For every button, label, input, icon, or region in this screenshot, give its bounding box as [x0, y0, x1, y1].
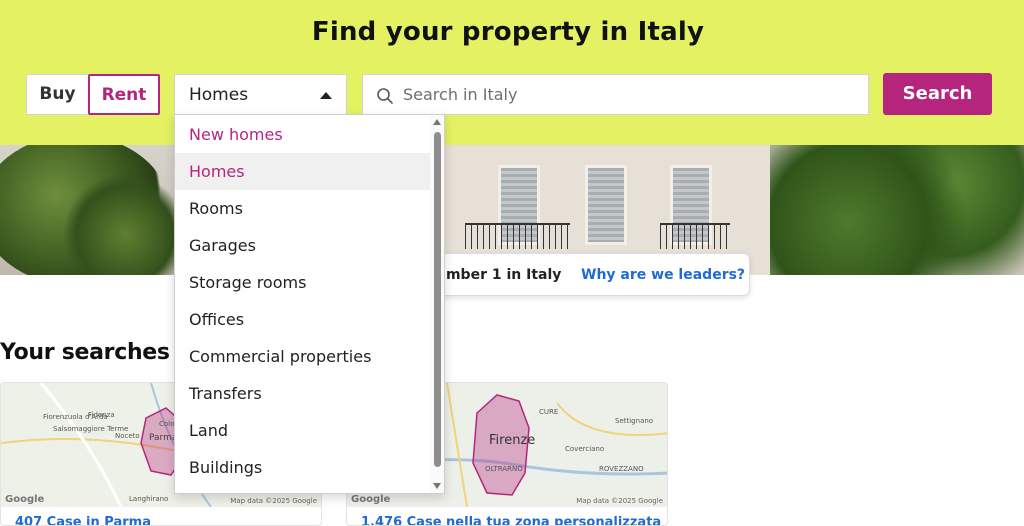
dropdown-option-commercial-properties[interactable]: Commercial properties	[175, 338, 432, 375]
map-label: Coverciano	[565, 445, 605, 453]
dropdown-option-offices[interactable]: Offices	[175, 301, 432, 338]
property-type-value: Homes	[189, 85, 249, 105]
why-leaders-link[interactable]: Why are we leaders?	[581, 254, 745, 297]
caret-up-icon	[320, 92, 332, 99]
search-field[interactable]	[362, 74, 869, 115]
map-credit: Map data ©2025 Google	[576, 497, 663, 505]
dropdown-option-land[interactable]: Land	[175, 412, 432, 449]
balcony-railing	[465, 223, 570, 249]
google-logo: Google	[5, 494, 45, 505]
ivy-foliage	[770, 145, 1024, 275]
balcony-railing	[660, 223, 730, 249]
dropdown-scrollbar[interactable]	[430, 115, 444, 493]
dropdown-option-homes[interactable]: Homes	[175, 153, 432, 190]
saved-search-caption[interactable]: 407 Case in Parma	[15, 515, 151, 525]
map-label: Langhirano	[129, 495, 169, 503]
dropdown-option-storage-rooms[interactable]: Storage rooms	[175, 264, 432, 301]
page: Find your property in Italy Buy Rent Hom…	[0, 0, 1024, 526]
map-label: Firenze	[489, 433, 536, 448]
operation-toggle: Buy Rent	[26, 74, 160, 115]
scroll-down-arrow-icon[interactable]	[433, 483, 441, 489]
search-button[interactable]: Search	[883, 73, 992, 115]
leaders-text: umber 1 in Italy	[436, 267, 562, 283]
search-icon	[377, 88, 393, 104]
saved-search-caption[interactable]: 1.476 Case nella tua zona personalizzata	[361, 515, 661, 525]
buy-tab[interactable]: Buy	[27, 75, 88, 114]
map-label: Colo	[159, 420, 175, 428]
dropdown-option-transfers[interactable]: Transfers	[175, 375, 432, 412]
map-label: OLTRARNO	[485, 465, 523, 473]
scroll-up-arrow-icon[interactable]	[433, 119, 441, 125]
dropdown-option-buildings[interactable]: Buildings	[175, 449, 432, 486]
property-type-dropdown: New homes Homes Rooms Garages Storage ro…	[174, 114, 445, 494]
leaders-banner: umber 1 in Italy Why are we leaders?	[410, 253, 750, 296]
map-credit: Map data ©2025 Google	[230, 497, 317, 505]
rent-tab[interactable]: Rent	[88, 74, 160, 115]
your-searches-title: Your searches	[0, 340, 170, 365]
map-label: Settignano	[615, 417, 654, 425]
hero-title: Find your property in Italy	[311, 17, 705, 47]
map-label: Noceto	[115, 432, 140, 440]
map-label: CURE	[539, 408, 559, 416]
search-input[interactable]	[403, 76, 853, 113]
dropdown-option-rooms[interactable]: Rooms	[175, 190, 432, 227]
google-logo: Google	[351, 494, 391, 505]
scrollbar-thumb[interactable]	[434, 132, 441, 467]
map-label: Fidenza	[88, 411, 115, 419]
window-shutter	[585, 165, 627, 245]
map-label: ROVEZZANO	[599, 465, 644, 473]
dropdown-option-new-homes[interactable]: New homes	[175, 116, 432, 153]
property-type-select[interactable]: Homes	[174, 74, 347, 115]
dropdown-option-garages[interactable]: Garages	[175, 227, 432, 264]
